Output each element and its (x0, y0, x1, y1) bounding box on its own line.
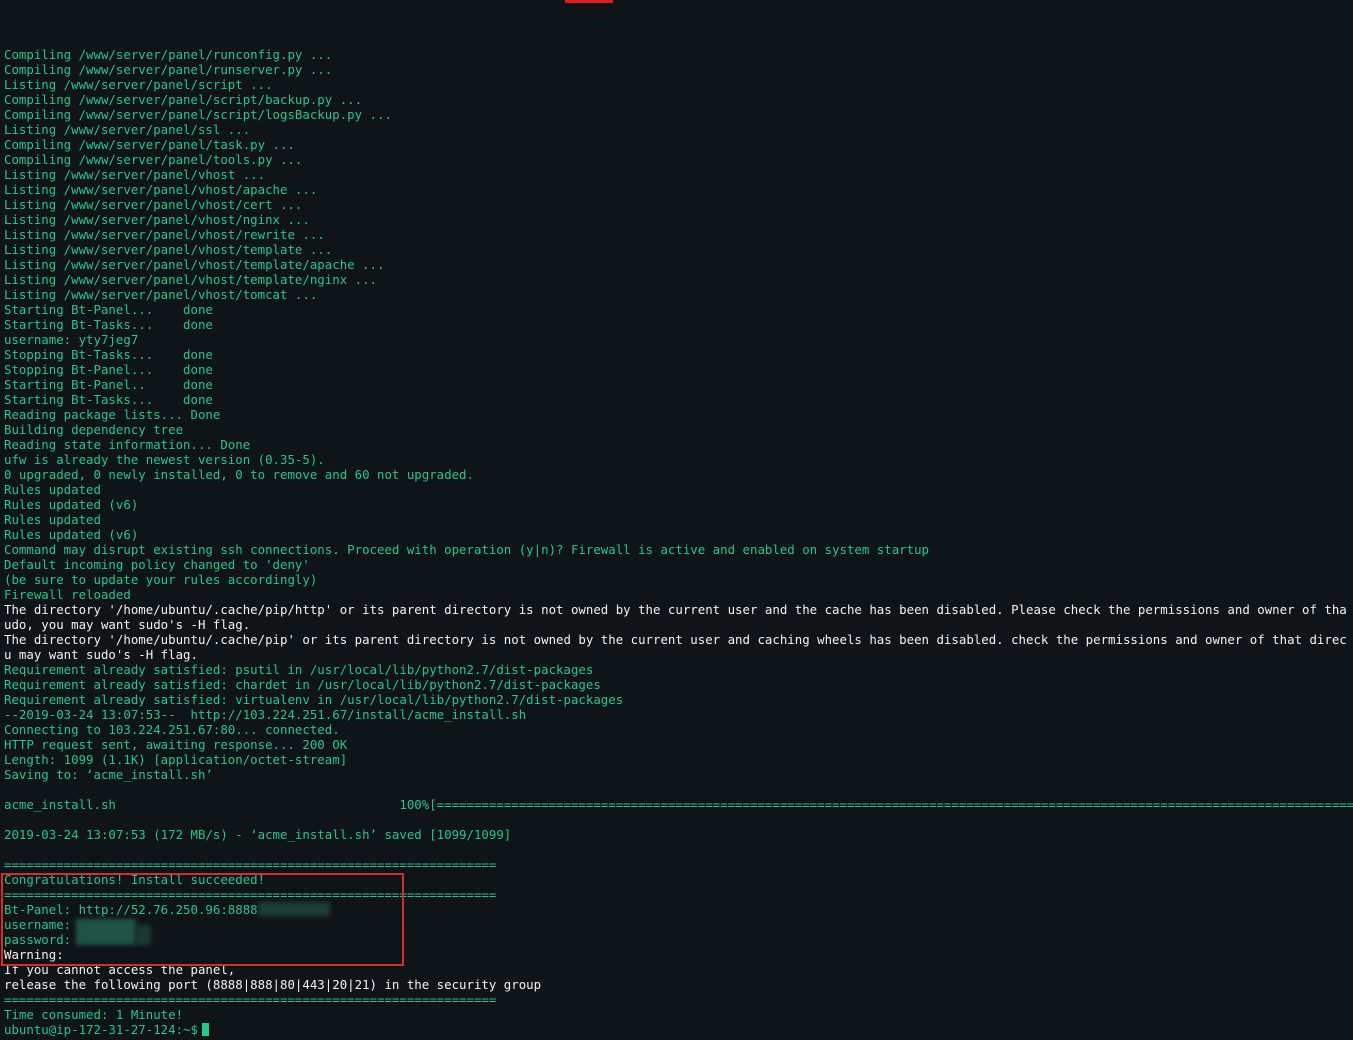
terminal-line: acme_install.sh 100%[===================… (4, 797, 1353, 812)
terminal-line: ufw is already the newest version (0.35-… (4, 452, 325, 467)
terminal-line: Default incoming policy changed to 'deny… (4, 557, 310, 572)
terminal-line: The directory '/home/ubuntu/.cache/pip' … (4, 632, 1347, 647)
terminal-line: Rules updated (v6) (4, 527, 139, 542)
terminal-line: u may want sudo's -H flag. (4, 647, 198, 662)
terminal-line: Listing /www/server/panel/vhost/rewrite … (4, 227, 325, 242)
terminal-line: ========================================… (4, 992, 497, 1007)
terminal-line: 2019-03-24 13:07:53 (172 MB/s) - ‘acme_i… (4, 827, 512, 842)
terminal-line: Listing /www/server/panel/vhost/cert ... (4, 197, 303, 212)
text-cursor (201, 1023, 209, 1036)
terminal-line: Congratulations! Install succeeded! (4, 872, 266, 887)
top-tab-indicator (565, 0, 613, 3)
terminal-line: Compiling /www/server/panel/script/backu… (4, 92, 363, 107)
terminal-line: Warning: (4, 947, 64, 962)
terminal-line: password: (4, 932, 72, 947)
terminal-line: Compiling /www/server/panel/runconfig.py… (4, 47, 333, 62)
terminal-line: If you cannot access the panel, (4, 962, 236, 977)
terminal-line: Rules updated (4, 482, 101, 497)
terminal-line: Listing /www/server/panel/vhost/template… (4, 257, 385, 272)
terminal-line: udo, you may want sudo's -H flag. (4, 617, 251, 632)
terminal-line: Listing /www/server/panel/ssl ... (4, 122, 251, 137)
terminal-line: Reading state information... Done (4, 437, 251, 452)
terminal-line: Reading package lists... Done (4, 407, 221, 422)
terminal-line: Compiling /www/server/panel/tools.py ... (4, 152, 303, 167)
terminal-window[interactable]: Compiling /www/server/panel/runconfig.py… (0, 0, 1353, 1040)
terminal-line: Listing /www/server/panel/vhost/template… (4, 242, 333, 257)
terminal-line: Command may disrupt existing ssh connect… (4, 542, 930, 557)
terminal-line: (be sure to update your rules accordingl… (4, 572, 318, 587)
terminal-line: Saving to: ‘acme_install.sh’ (4, 767, 213, 782)
shell-prompt: ubuntu@ip-172-31-27-124:~$ (4, 1022, 198, 1037)
terminal-line: ========================================… (4, 887, 497, 902)
terminal-line: 0 upgraded, 0 newly installed, 0 to remo… (4, 467, 474, 482)
terminal-output: Compiling /www/server/panel/runconfig.py… (4, 47, 1353, 1037)
terminal-line: Starting Bt-Tasks... done (4, 392, 213, 407)
terminal-line: Compiling /www/server/panel/runserver.py… (4, 62, 333, 77)
terminal-line: Listing /www/server/panel/vhost/tomcat .… (4, 287, 318, 302)
terminal-line: Starting Bt-Panel.. done (4, 377, 213, 392)
terminal-line: Time consumed: 1 Minute! (4, 1007, 184, 1022)
terminal-line: Requirement already satisfied: psutil in… (4, 662, 594, 677)
terminal-line: username: yty7jeg7 (4, 332, 139, 347)
terminal-line: Length: 1099 (1.1K) [application/octet-s… (4, 752, 348, 767)
terminal-line: Listing /www/server/panel/vhost/nginx ..… (4, 212, 310, 227)
terminal-line: username: (4, 917, 72, 932)
terminal-line: Listing /www/server/panel/vhost ... (4, 167, 266, 182)
redacted-url-path (258, 902, 330, 916)
redacted-password (135, 925, 151, 945)
terminal-line: Compiling /www/server/panel/script/logsB… (4, 107, 392, 122)
terminal-line: Listing /www/server/panel/script ... (4, 77, 273, 92)
terminal-line: Starting Bt-Tasks... done (4, 317, 213, 332)
terminal-line: Building dependency tree (4, 422, 184, 437)
terminal-line: Rules updated (4, 512, 101, 527)
terminal-line: Listing /www/server/panel/vhost/template… (4, 272, 377, 287)
terminal-line: ========================================… (4, 857, 497, 872)
terminal-line: The directory '/home/ubuntu/.cache/pip/h… (4, 602, 1347, 617)
shell-prompt-line[interactable]: ubuntu@ip-172-31-27-124:~$ (4, 1022, 1353, 1037)
terminal-line: Stopping Bt-Panel... done (4, 362, 213, 377)
terminal-line: Firewall reloaded (4, 587, 131, 602)
redacted-username (76, 919, 136, 945)
terminal-line: Connecting to 103.224.251.67:80... conne… (4, 722, 340, 737)
terminal-line: release the following port (8888|888|80|… (4, 977, 542, 992)
terminal-line: Rules updated (v6) (4, 497, 139, 512)
terminal-line: Compiling /www/server/panel/task.py ... (4, 137, 295, 152)
terminal-line: Requirement already satisfied: chardet i… (4, 677, 601, 692)
terminal-line: Requirement already satisfied: virtualen… (4, 692, 624, 707)
terminal-line: Stopping Bt-Tasks... done (4, 347, 213, 362)
terminal-line: Starting Bt-Panel... done (4, 302, 213, 317)
terminal-line: Bt-Panel: http://52.76.250.96:8888 (4, 902, 258, 917)
terminal-line: Listing /www/server/panel/vhost/apache .… (4, 182, 318, 197)
terminal-line: HTTP request sent, awaiting response... … (4, 737, 348, 752)
terminal-line: --2019-03-24 13:07:53-- http://103.224.2… (4, 707, 527, 722)
